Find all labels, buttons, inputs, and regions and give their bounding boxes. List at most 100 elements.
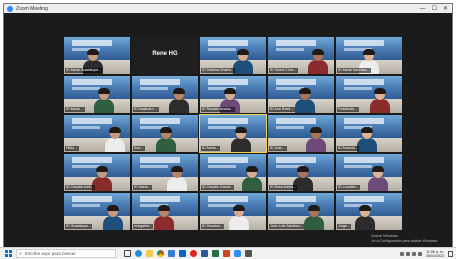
zoom-logo-icon bbox=[7, 5, 13, 12]
participant-tile[interactable]: ID Rosalva... bbox=[200, 193, 266, 230]
gallery-view: Activar Windows Ve a Configuración para … bbox=[4, 13, 452, 248]
excel-icon[interactable] bbox=[212, 250, 219, 257]
participant-name-label: ID Rosa Adela... bbox=[269, 185, 297, 190]
title-bar: Zoom Meeting — ☐ ✕ bbox=[4, 4, 452, 13]
powerpoint-icon[interactable] bbox=[223, 250, 230, 257]
participant-display-name: Rene HG bbox=[152, 51, 178, 57]
participant-name-label: Hilda ... bbox=[65, 146, 80, 151]
clock[interactable]: 11:06 a. m. 26/01/2022 bbox=[426, 250, 444, 258]
participant-video bbox=[356, 127, 378, 152]
store-icon[interactable] bbox=[168, 250, 175, 257]
participant-tile[interactable]: Hilda ... bbox=[64, 115, 130, 152]
participant-name-label: Jose Luis Sanchez... bbox=[269, 224, 305, 229]
participant-tile[interactable]: ID Guadalupe... bbox=[64, 193, 130, 230]
participant-name-label: margarita... bbox=[133, 224, 154, 229]
participant-name-label: ID Alejandro ... bbox=[133, 107, 159, 112]
participant-video bbox=[153, 205, 175, 230]
participant-name-label: ID Maria Sanchez... bbox=[337, 68, 371, 73]
notification-icon[interactable] bbox=[448, 250, 453, 257]
activation-subtitle: Ve a Configuración para activar Windows. bbox=[371, 239, 438, 243]
participant-tile[interactable]: ID Rosa Adela... bbox=[268, 154, 334, 191]
participant-tile[interactable]: Rene HG bbox=[132, 37, 198, 74]
participant-name-label: ID Dallana Chamu... bbox=[201, 68, 236, 73]
volume-icon[interactable] bbox=[406, 251, 410, 256]
participant-name-label: Rosalinda ... bbox=[337, 107, 359, 112]
participant-tile[interactable]: Jorge... bbox=[336, 193, 402, 230]
participant-video bbox=[369, 88, 391, 113]
search-placeholder: Escribe aquí para buscar bbox=[24, 251, 76, 256]
participant-tile[interactable]: ID Maria... bbox=[132, 154, 198, 191]
participant-video bbox=[241, 166, 263, 191]
participant-tile[interactable]: ID Lourdes... bbox=[336, 154, 402, 191]
participant-tile[interactable]: ID Maria Guadalupe... bbox=[64, 37, 130, 74]
taskbar-search[interactable]: ⌕ Escribe aquí para buscar bbox=[16, 249, 116, 258]
window-controls: — ☐ ✕ bbox=[420, 6, 448, 12]
participant-tile[interactable]: ID Maria Sanchez... bbox=[336, 37, 402, 74]
participant-name-label: ID Claudia Ivett... bbox=[65, 185, 95, 190]
chrome-icon[interactable] bbox=[157, 250, 164, 257]
opera-icon[interactable] bbox=[190, 250, 197, 257]
participant-tile[interactable]: ID Dallana Chamu... bbox=[200, 37, 266, 74]
task-view-icon[interactable] bbox=[124, 250, 131, 257]
participant-name-label: ID Rosario Avalos... bbox=[201, 107, 235, 112]
participant-name-label: ID Gloria Chuc... bbox=[269, 68, 298, 73]
participant-tile[interactable]: ID Rosario Avalos... bbox=[200, 76, 266, 113]
participant-video bbox=[166, 166, 188, 191]
participant-name-label: ID Adela... bbox=[201, 146, 220, 151]
participant-name-label: ID Antonia... bbox=[337, 146, 359, 151]
participant-name-label: ID Claudio Garcia... bbox=[201, 185, 235, 190]
participant-name-label: ID Guadalupe... bbox=[65, 224, 93, 229]
network-icon[interactable] bbox=[400, 251, 404, 256]
participant-video bbox=[367, 166, 389, 191]
participant-tile[interactable]: ID Gloria Chuc... bbox=[268, 37, 334, 74]
participant-name-label: Jorge... bbox=[337, 224, 351, 229]
participant-tile[interactable]: margarita... bbox=[132, 193, 198, 230]
mail-icon[interactable] bbox=[179, 250, 186, 257]
file-explorer-icon[interactable] bbox=[146, 250, 153, 257]
word-icon[interactable] bbox=[201, 250, 208, 257]
participant-tile[interactable]: ID Antonia... bbox=[336, 115, 402, 152]
clock-time: 11:06 a. m. bbox=[426, 249, 444, 254]
language-icon[interactable] bbox=[418, 251, 422, 256]
participant-video bbox=[305, 127, 327, 152]
virtual-background bbox=[132, 154, 198, 177]
participant-name-label: ID Rosalva... bbox=[201, 224, 224, 229]
participant-tile[interactable]: ID Claudia Ivett... bbox=[64, 154, 130, 191]
taskbar: ⌕ Escribe aquí para buscar 11:06 a. m. 2… bbox=[0, 247, 456, 259]
app-icon[interactable] bbox=[245, 250, 252, 257]
close-button[interactable]: ✕ bbox=[443, 6, 448, 12]
participant-tile[interactable]: ID Claudio Garcia... bbox=[200, 154, 266, 191]
battery-icon[interactable] bbox=[412, 251, 416, 256]
participant-video bbox=[168, 88, 190, 113]
participant-video bbox=[102, 205, 124, 230]
participant-name-label: ID Lourdes... bbox=[337, 185, 360, 190]
minimize-button[interactable]: — bbox=[420, 6, 426, 12]
pinned-apps bbox=[124, 250, 252, 257]
participant-name-label: ID Ana Rosa ... bbox=[269, 107, 296, 112]
participant-name-label: Ana ... bbox=[133, 146, 146, 151]
windows-activation-notice: Activar Windows Ve a Configuración para … bbox=[371, 234, 438, 244]
zoom-taskbar-icon[interactable] bbox=[234, 250, 241, 257]
participant-tile[interactable]: ID Alejandro ... bbox=[132, 76, 198, 113]
participant-tile[interactable]: Rosalinda ... bbox=[336, 76, 402, 113]
participant-video bbox=[230, 127, 252, 152]
participant-name-label: ID Maria Guadalupe... bbox=[65, 68, 103, 73]
windows-start-icon[interactable] bbox=[3, 249, 13, 259]
system-tray: 11:06 a. m. 26/01/2022 bbox=[400, 250, 453, 258]
participant-name-label: ID Maria... bbox=[133, 185, 152, 190]
participant-video bbox=[104, 127, 126, 152]
participant-name-label: ID Maria ... bbox=[65, 107, 85, 112]
window-title: Zoom Meeting bbox=[16, 5, 48, 12]
participant-tile[interactable]: ID Juan ... bbox=[268, 115, 334, 152]
participant-tile[interactable]: ID Maria ... bbox=[64, 76, 130, 113]
participant-tile[interactable]: Jose Luis Sanchez... bbox=[268, 193, 334, 230]
participant-video bbox=[303, 205, 325, 230]
maximize-button[interactable]: ☐ bbox=[432, 6, 437, 12]
edge-icon[interactable] bbox=[135, 250, 142, 257]
participant-video bbox=[354, 205, 376, 230]
participant-tile[interactable]: ID Adela... bbox=[199, 114, 267, 153]
participant-tile[interactable]: Ana ... bbox=[132, 115, 198, 152]
participant-video bbox=[155, 127, 177, 152]
search-icon: ⌕ bbox=[19, 250, 22, 257]
participant-tile[interactable]: ID Ana Rosa ... bbox=[268, 76, 334, 113]
